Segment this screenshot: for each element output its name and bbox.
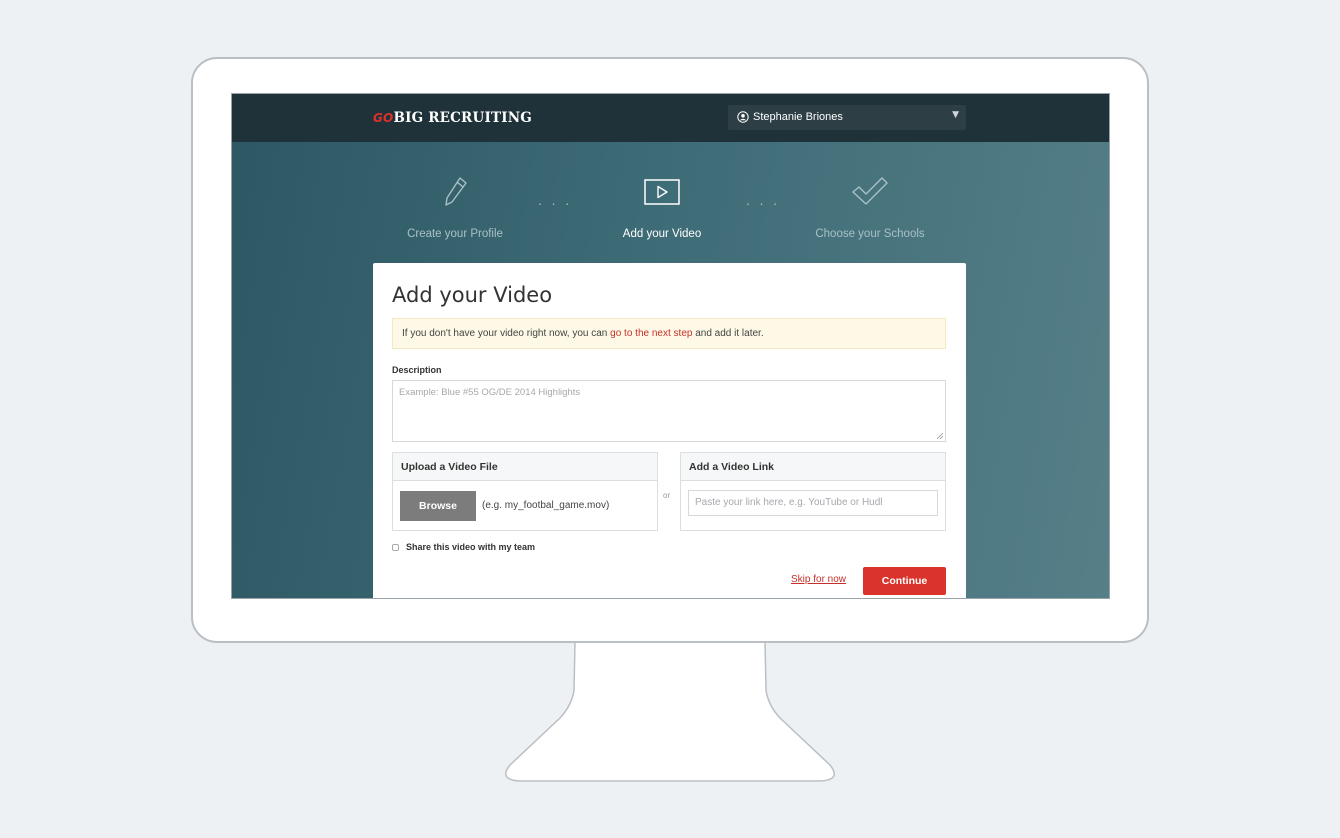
video-link-input[interactable]: Paste your link here, e.g. YouTube or Hu… [688, 490, 938, 516]
add-video-card: Add your Video If you don't have your vi… [373, 263, 966, 598]
upload-example: (e.g. my_footbal_game.mov) [482, 500, 610, 511]
notice-text: If you don't have your video right now, … [402, 328, 611, 339]
step-label: Add your Video [622, 228, 702, 240]
logo[interactable]: GOBIG RECRUITING [373, 110, 532, 126]
link-placeholder: Paste your link here, e.g. YouTube or Hu… [695, 497, 883, 508]
step-label: Create your Profile [407, 228, 503, 240]
upload-panel: Upload a Video File Browse (e.g. my_foot… [392, 452, 658, 531]
navbar: GOBIG RECRUITING Stephanie Briones ▼ [232, 94, 1109, 142]
checkmark-icon [852, 177, 888, 205]
notice-banner: If you don't have your video right now, … [392, 318, 946, 349]
description-label: Description [392, 365, 442, 375]
link-title: Add a Video Link [681, 453, 945, 481]
or-divider: or [663, 491, 671, 500]
play-icon [644, 179, 680, 205]
video-link-panel: Add a Video Link Paste your link here, e… [680, 452, 946, 531]
step-label: Choose your Schools [815, 228, 925, 240]
pencil-icon [445, 177, 467, 206]
step-create-profile[interactable]: Create your Profile [370, 174, 540, 240]
next-step-link[interactable]: go to the next step [610, 328, 692, 339]
app-screen: GOBIG RECRUITING Stephanie Briones ▼ Cre… [231, 93, 1110, 599]
continue-button[interactable]: Continue [863, 567, 946, 595]
browse-button[interactable]: Browse [400, 491, 476, 521]
share-checkbox[interactable] [392, 543, 399, 551]
logo-text: BIG RECRUITING [393, 110, 532, 126]
user-name: Stephanie Briones [753, 111, 843, 123]
page-title: Add your Video [392, 283, 553, 307]
step-choose-schools[interactable]: Choose your Schools [785, 174, 955, 240]
share-checkbox-row[interactable]: Share this video with my team [392, 542, 535, 552]
share-label: Share this video with my team [406, 542, 536, 552]
skip-link[interactable]: Skip for now [791, 574, 846, 585]
user-menu-dropdown[interactable]: Stephanie Briones ▼ [728, 105, 966, 130]
chevron-down-icon: ▼ [952, 110, 959, 120]
description-placeholder: Example: Blue #55 OG/DE 2014 Highlights [399, 387, 581, 398]
notice-text-end: and add it later. [692, 328, 764, 339]
resize-handle-icon[interactable] [937, 433, 943, 439]
step-separator: . . . [538, 194, 573, 208]
step-add-video[interactable]: Add your Video [577, 174, 747, 240]
upload-title: Upload a Video File [393, 453, 657, 481]
description-textarea[interactable]: Example: Blue #55 OG/DE 2014 Highlights [392, 380, 946, 442]
logo-prefix: GO [373, 111, 394, 125]
step-separator: . . . [746, 194, 781, 208]
user-icon [737, 111, 749, 123]
